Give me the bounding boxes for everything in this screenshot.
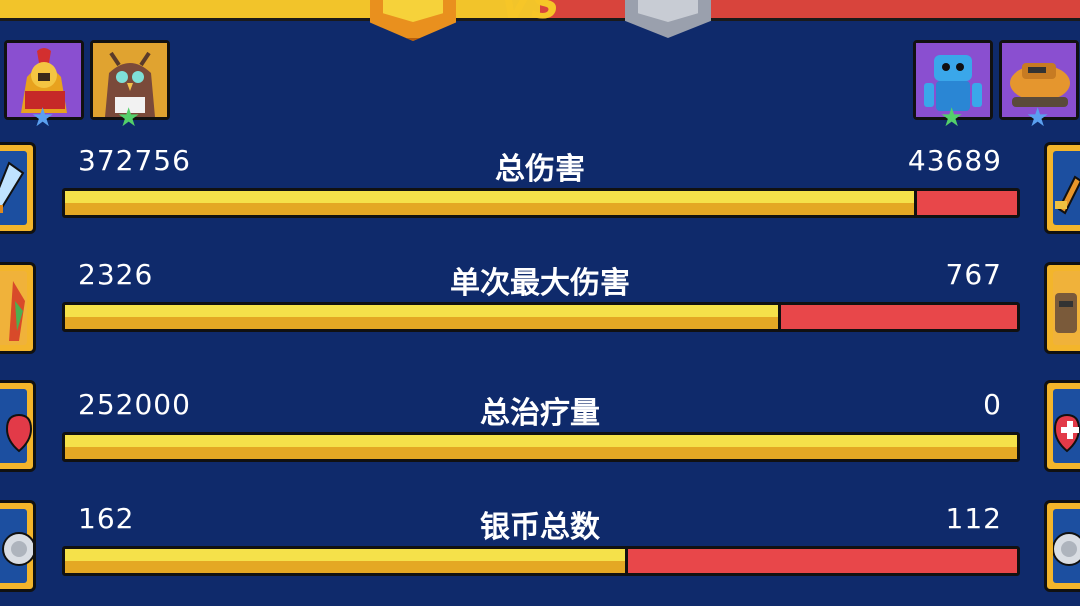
right-team-banner xyxy=(540,0,1080,21)
vs-label: VS xyxy=(500,0,560,28)
stat-row-total-healing: 252000 总治疗量 0 xyxy=(0,388,1080,488)
total-damage-bar-fill xyxy=(65,191,918,215)
max-single-damage-bar xyxy=(62,302,1020,332)
max-single-damage-label: 单次最大伤害 xyxy=(450,266,630,301)
spartan-warrior-portrait[interactable]: ★ xyxy=(4,40,84,131)
right-max-damage-value: 767 xyxy=(945,258,1002,291)
left-team-banner xyxy=(0,0,540,21)
right-total-damage-value: 43689 xyxy=(907,144,1002,177)
total-silver-label: 银币总数 xyxy=(480,510,600,545)
blue-robot-portrait[interactable]: ★ xyxy=(913,40,993,131)
max-single-damage-bar-fill xyxy=(65,305,781,329)
stat-row-total-damage: 372756 总伤害 43689 xyxy=(0,144,1080,244)
right-total-healing-value: 0 xyxy=(983,388,1002,421)
total-silver-bar-fill xyxy=(65,549,628,573)
green-star-icon: ★ xyxy=(940,103,964,133)
owl-mage-portrait[interactable]: ★ xyxy=(90,40,170,131)
green-star-icon: ★ xyxy=(117,103,141,133)
total-damage-bar xyxy=(62,188,1020,218)
orange-tank-portrait[interactable]: ★ xyxy=(999,40,1079,131)
right-total-silver-value: 112 xyxy=(945,502,1002,535)
total-healing-bar xyxy=(62,432,1020,462)
total-healing-label: 总治疗量 xyxy=(480,396,600,431)
total-silver-bar xyxy=(62,546,1020,576)
stat-row-max-single-damage: 2326 单次最大伤害 767 xyxy=(0,258,1080,358)
blue-star-icon: ★ xyxy=(1026,103,1050,133)
blue-star-icon: ★ xyxy=(31,103,55,133)
stat-row-total-silver: 162 银币总数 112 xyxy=(0,502,1080,602)
total-healing-bar-fill xyxy=(65,435,1017,459)
